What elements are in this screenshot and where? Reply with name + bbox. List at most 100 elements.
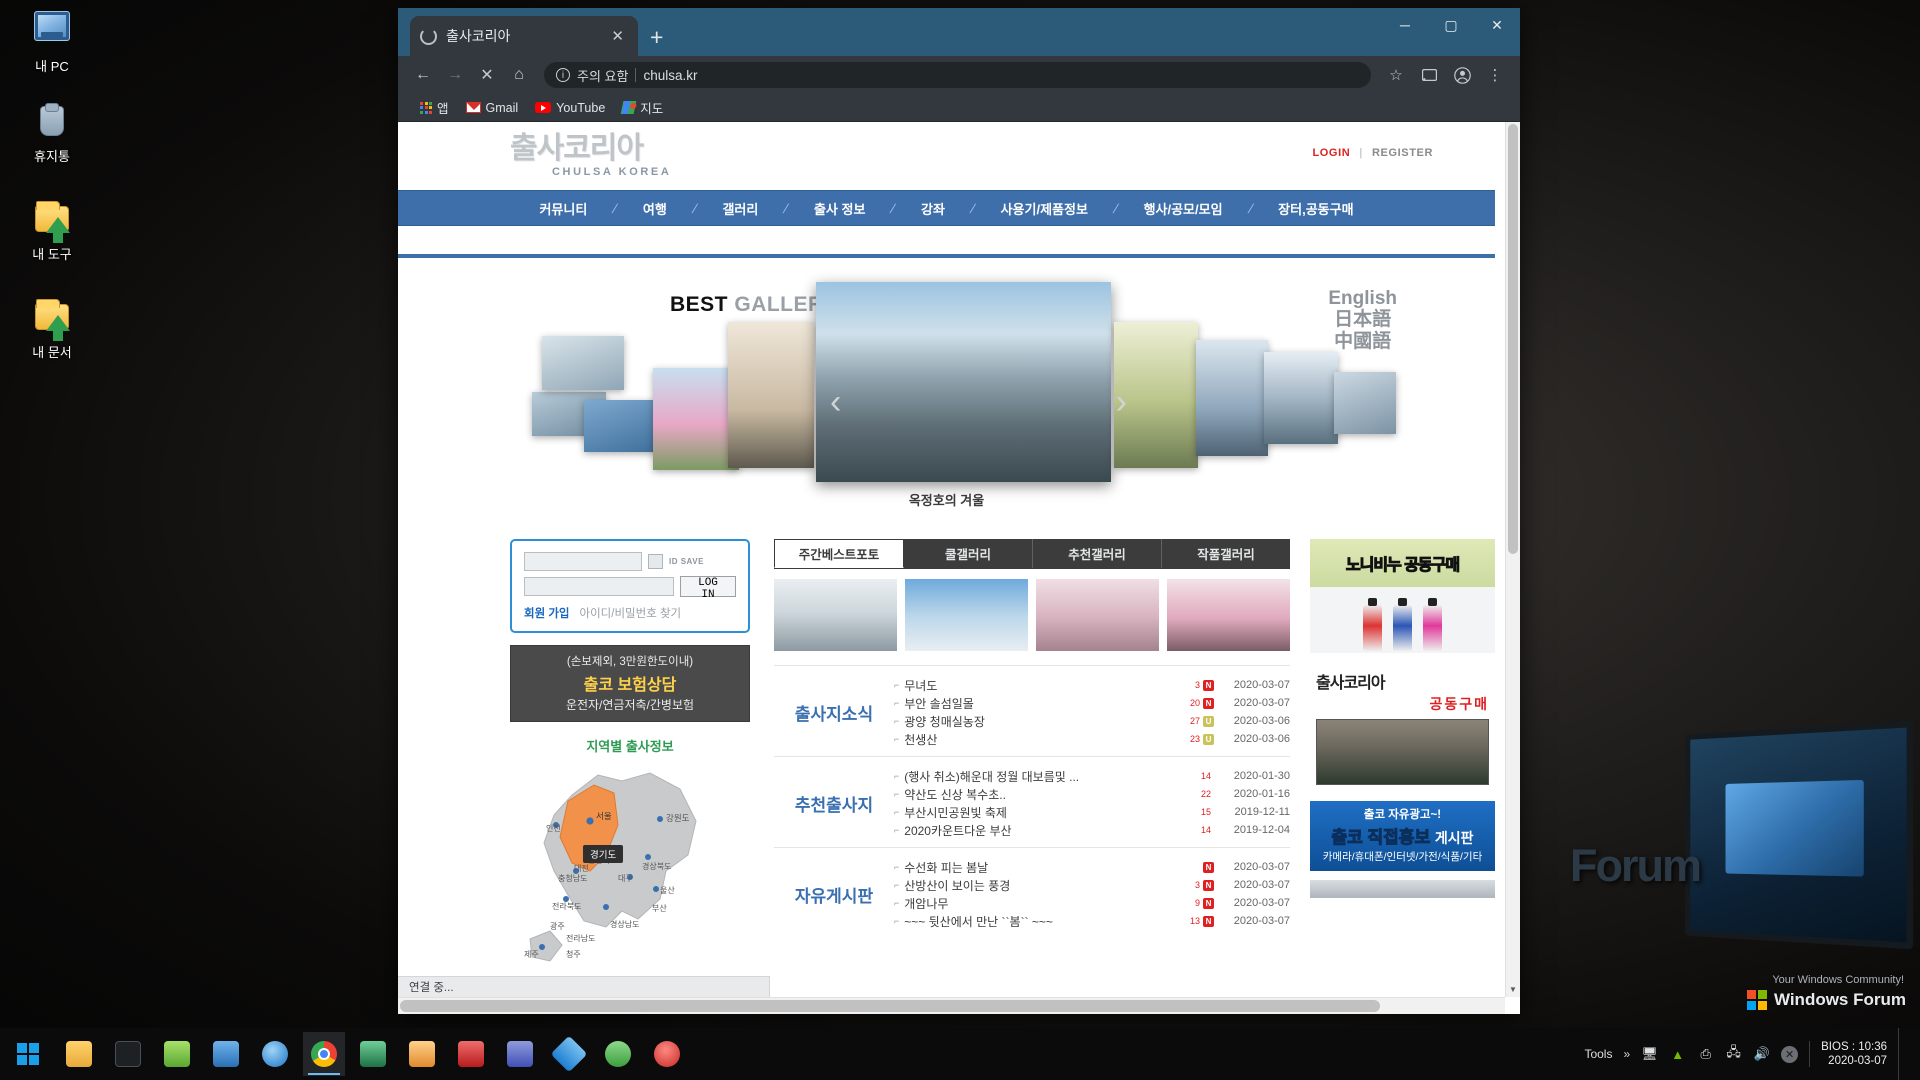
nav-item-community[interactable]: 커뮤니티 <box>513 199 613 218</box>
noni-soap-banner[interactable]: 노니비누 공동구매 <box>1310 539 1495 587</box>
list-item-text[interactable]: 개암나무 <box>904 895 1193 912</box>
taskbar-item-internet-explorer[interactable] <box>254 1032 296 1076</box>
find-id-password-link[interactable]: 아이디/비밀번호 찾기 <box>580 605 682 621</box>
list-item-text[interactable]: 부안 솔섬일몰 <box>904 695 1188 712</box>
vertical-scroll-thumb[interactable] <box>1508 124 1518 554</box>
taskbar-item-green-app[interactable] <box>597 1032 639 1076</box>
signup-link[interactable]: 회원 가입 <box>524 605 570 621</box>
list-item-text[interactable]: 무녀도 <box>904 677 1193 694</box>
list-item-text[interactable]: 2020카운트다운 부산 <box>904 822 1199 839</box>
tools-label[interactable]: Tools <box>1584 1047 1612 1061</box>
stop-button[interactable]: ✕ <box>472 60 502 90</box>
login-submit-button[interactable]: LOG IN <box>680 576 736 601</box>
bookmark-apps[interactable]: 앱 <box>420 98 449 117</box>
desktop-icon-my-tools[interactable]: 내 도구 <box>6 196 98 262</box>
register-link[interactable]: REGISTER <box>1372 147 1433 159</box>
nav-item-gallery[interactable]: 갤러리 <box>696 199 784 218</box>
banner-free-ad[interactable]: 출코 자유광고~! 출코 직접홍보 게시판 카메라/휴대폰/인터넷/가전/식품/… <box>1310 801 1495 871</box>
new-tab-button[interactable]: + <box>650 26 663 49</box>
list-item[interactable]: ⌐ 광양 청매실농장 27 U 2020-03-06 <box>894 712 1290 730</box>
bottles-banner[interactable] <box>1310 587 1495 653</box>
list-item-text[interactable]: (행사 취소)해운대 정월 대보름및 ... <box>904 768 1199 785</box>
list-item[interactable]: ⌐ 무녀도 3 N 2020-03-07 <box>894 676 1290 694</box>
banner-partial[interactable] <box>1310 880 1495 898</box>
list-title[interactable]: 출사지소식 <box>774 676 894 748</box>
list-item[interactable]: ⌐ 부산시민공원빛 축제 15 2019-12-11 <box>894 803 1290 821</box>
taskbar-item-chrome[interactable] <box>303 1032 345 1076</box>
login-id-input[interactable] <box>524 552 642 571</box>
taskbar-item-paint[interactable] <box>401 1032 443 1076</box>
desktop-icon-my-documents[interactable]: 내 문서 <box>6 294 98 360</box>
list-title[interactable]: 자유게시판 <box>774 858 894 930</box>
profile-avatar-icon[interactable] <box>1447 60 1477 90</box>
hero-photo[interactable] <box>1334 372 1396 434</box>
list-item[interactable]: ⌐ 약산도 신상 복수초.. 22 2020-01-16 <box>894 785 1290 803</box>
nav-item-lecture[interactable]: 강좌 <box>895 199 971 218</box>
taskbar-item-power[interactable] <box>646 1032 688 1076</box>
hero-prev-arrow[interactable]: ‹ <box>830 383 841 422</box>
id-save-checkbox[interactable] <box>648 554 663 569</box>
browser-tab[interactable]: 출사코리아 ✕ <box>410 16 638 56</box>
hero-photo[interactable] <box>1264 352 1338 444</box>
hero-photo[interactable] <box>653 368 739 470</box>
scroll-down-arrow-icon[interactable]: ▼ <box>1506 982 1520 997</box>
taskbar-item-settings[interactable] <box>499 1032 541 1076</box>
hero-next-arrow[interactable]: › <box>1116 383 1127 422</box>
usb-safely-remove-icon[interactable]: ⎙ <box>1697 1046 1714 1063</box>
tab-close-icon[interactable]: ✕ <box>607 27 628 45</box>
taskbar-item-dropbox[interactable] <box>548 1032 590 1076</box>
tab-cool-gallery[interactable]: 쿨갤러리 <box>904 539 1033 568</box>
horizontal-scrollbar[interactable] <box>398 997 1505 1014</box>
browser-menu-icon[interactable]: ⋮ <box>1480 60 1510 90</box>
network-icon[interactable]: 🖧 <box>1725 1044 1742 1063</box>
tab-artwork-gallery[interactable]: 작품갤러리 <box>1162 539 1290 568</box>
list-item[interactable]: ⌐ 개암나무 9 N 2020-03-07 <box>894 894 1290 912</box>
site-logo[interactable]: 출사코리아 CHULSA KOREA <box>510 134 671 178</box>
maximize-button[interactable]: ▢ <box>1428 8 1474 42</box>
tray-overflow-icon[interactable]: » <box>1623 1047 1630 1061</box>
list-item[interactable]: ⌐ (행사 취소)해운대 정월 대보름및 ... 14 2020-01-30 <box>894 767 1290 785</box>
tab-weekly-best-photo[interactable]: 주간베스트포토 <box>774 539 904 568</box>
home-button[interactable]: ⌂ <box>504 60 534 90</box>
banner-noni-soap[interactable]: 노니비누 공동구매 <box>1310 539 1495 653</box>
desktop-icon-recycle-bin[interactable]: 휴지통 <box>6 98 98 164</box>
taskbar-item-spreadsheet[interactable] <box>352 1032 394 1076</box>
list-item[interactable]: ⌐ ~~~ 뒷산에서 만난 ``봄`` ~~~ 13 N 2020-03-07 <box>894 912 1290 930</box>
horizontal-scroll-thumb[interactable] <box>400 1000 1380 1012</box>
hero-photo[interactable] <box>542 336 624 390</box>
vertical-scrollbar[interactable]: ▲ ▼ <box>1505 122 1520 997</box>
gallery-thumbnail[interactable] <box>905 579 1028 651</box>
list-item-text[interactable]: 산방산이 보이는 풍경 <box>904 877 1193 894</box>
close-window-button[interactable]: ✕ <box>1474 8 1520 42</box>
address-bar[interactable]: i 주의 요함 chulsa.kr <box>544 62 1371 88</box>
taskbar-item-media-app[interactable] <box>205 1032 247 1076</box>
nvidia-icon[interactable]: ▲ <box>1669 1046 1686 1063</box>
nav-item-travel[interactable]: 여행 <box>617 199 693 218</box>
gallery-thumbnail[interactable] <box>1167 579 1290 651</box>
minimize-button[interactable]: ─ <box>1382 8 1428 42</box>
hero-photo[interactable] <box>584 400 662 452</box>
action-center-icon[interactable]: ✕ <box>1781 1045 1799 1063</box>
list-item[interactable]: ⌐ 수선화 피는 봄날 N 2020-03-07 <box>894 858 1290 876</box>
hero-photo[interactable] <box>1196 340 1268 456</box>
list-item-text[interactable]: 천생산 <box>904 731 1188 748</box>
login-password-input[interactable] <box>524 577 674 596</box>
list-item-text[interactable]: 부산시민공원빛 축제 <box>904 804 1199 821</box>
bookmark-maps[interactable]: 지도 <box>620 98 663 117</box>
bookmark-star-icon[interactable]: ☆ <box>1381 60 1411 90</box>
taskbar-item-terminal[interactable] <box>107 1032 149 1076</box>
hero-photo[interactable] <box>728 322 814 468</box>
list-item[interactable]: ⌐ 천생산 23 U 2020-03-06 <box>894 730 1290 748</box>
back-button[interactable]: ← <box>408 60 438 90</box>
banner-group-buy[interactable]: 출사코리아 공동구매 <box>1310 662 1495 792</box>
cast-icon[interactable] <box>1414 60 1444 90</box>
nav-item-market[interactable]: 장터,공동구매 <box>1252 199 1379 218</box>
list-item[interactable]: ⌐ 2020카운트다운 부산 14 2019-12-04 <box>894 821 1290 839</box>
list-item[interactable]: ⌐ 부안 솔섬일몰 20 N 2020-03-07 <box>894 694 1290 712</box>
forward-button[interactable]: → <box>440 60 470 90</box>
start-button[interactable] <box>0 1028 56 1080</box>
korea-map-svg[interactable]: 인천 서울 강원도 충청북도 충청남도 경상북도 전라북도 대구 대전 울산 부 <box>510 759 750 983</box>
login-link[interactable]: LOGIN <box>1312 147 1350 159</box>
nav-item-reviews[interactable]: 사용기/제품정보 <box>975 199 1114 218</box>
list-item-text[interactable]: 수선화 피는 봄날 <box>904 859 1198 876</box>
